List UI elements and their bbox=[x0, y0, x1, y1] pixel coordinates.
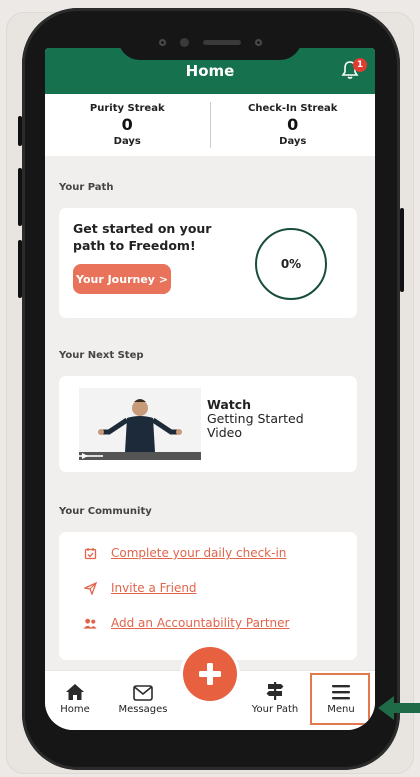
nav-home-label: Home bbox=[60, 704, 90, 715]
nav-your-path-label: Your Path bbox=[251, 704, 299, 715]
streaks-panel: Purity Streak 0 Days Check-In Streak 0 D… bbox=[45, 94, 375, 156]
streak-value: 0 bbox=[287, 115, 299, 134]
path-headline: Get started on your path to Freedom! bbox=[73, 221, 212, 253]
next-step-heading: Your Next Step bbox=[59, 350, 144, 361]
watch-label: Watch bbox=[207, 397, 252, 412]
daily-checkin-label: Complete your daily check-in bbox=[111, 546, 287, 560]
progress-ring: 0% bbox=[255, 228, 327, 300]
phone-side-button bbox=[18, 240, 22, 298]
phone-notch bbox=[118, 24, 302, 60]
presenter-image bbox=[79, 388, 201, 460]
pointer-arrow-icon bbox=[378, 696, 420, 720]
streak-label: Purity Streak bbox=[89, 103, 165, 114]
your-path-card: Get started on your path to Freedom! You… bbox=[59, 208, 357, 318]
nav-home[interactable]: Home bbox=[45, 671, 105, 730]
community-heading: Your Community bbox=[59, 506, 152, 517]
add-fab-button[interactable] bbox=[183, 647, 237, 701]
envelope-icon bbox=[113, 671, 173, 701]
purity-streak: Purity Streak 0 Days bbox=[45, 94, 210, 156]
phone-side-button bbox=[18, 116, 22, 146]
video-title: Getting Started Video bbox=[207, 411, 304, 440]
phone-side-button bbox=[18, 168, 22, 226]
invite-friend-label: Invite a Friend bbox=[111, 581, 197, 595]
streak-unit: Days bbox=[113, 136, 141, 147]
home-icon bbox=[45, 671, 105, 701]
video-controls[interactable] bbox=[79, 452, 201, 460]
community-card: Complete your daily check-in Invite a Fr… bbox=[59, 532, 357, 660]
app-screen: Home 1 Purity Streak 0 Days Check-In Str… bbox=[45, 48, 375, 730]
accountability-partner-label: Add an Accountability Partner bbox=[111, 616, 290, 630]
progress-percent: 0% bbox=[280, 257, 302, 271]
streak-value: 0 bbox=[121, 115, 133, 134]
sensor-dot bbox=[254, 38, 262, 46]
signpost-icon bbox=[245, 671, 305, 701]
streak-unit: Days bbox=[279, 136, 307, 147]
camera-dot bbox=[179, 37, 189, 47]
your-path-heading: Your Path bbox=[59, 182, 114, 193]
streak-label: Check-In Streak bbox=[248, 103, 338, 114]
nav-messages[interactable]: Messages bbox=[113, 671, 173, 730]
calendar-check-icon bbox=[83, 546, 97, 560]
plus-icon bbox=[199, 663, 221, 685]
watch-text: Watch Getting Started Video bbox=[207, 398, 307, 440]
speaker-slot bbox=[202, 39, 241, 45]
paper-plane-icon bbox=[83, 581, 97, 595]
sensor-dot bbox=[158, 38, 166, 46]
accountability-partner-link[interactable]: Add an Accountability Partner bbox=[83, 616, 289, 630]
notification-badge: 1 bbox=[353, 58, 367, 72]
bottom-nav: Home Messages Your Path Menu bbox=[45, 647, 375, 730]
next-step-card[interactable]: Watch Getting Started Video bbox=[59, 376, 357, 472]
daily-checkin-link[interactable]: Complete your daily check-in bbox=[83, 546, 286, 560]
nav-your-path[interactable]: Your Path bbox=[245, 671, 305, 730]
checkin-streak: Check-In Streak 0 Days bbox=[211, 94, 376, 156]
video-thumbnail[interactable] bbox=[79, 388, 201, 460]
your-journey-button[interactable]: Your Journey > bbox=[73, 264, 171, 294]
invite-friend-link[interactable]: Invite a Friend bbox=[83, 581, 197, 595]
phone-side-button bbox=[400, 208, 404, 292]
menu-highlight-box bbox=[310, 673, 370, 725]
nav-messages-label: Messages bbox=[118, 704, 168, 715]
users-icon bbox=[83, 616, 97, 630]
page-title: Home bbox=[185, 62, 235, 80]
play-icon[interactable] bbox=[81, 452, 89, 460]
